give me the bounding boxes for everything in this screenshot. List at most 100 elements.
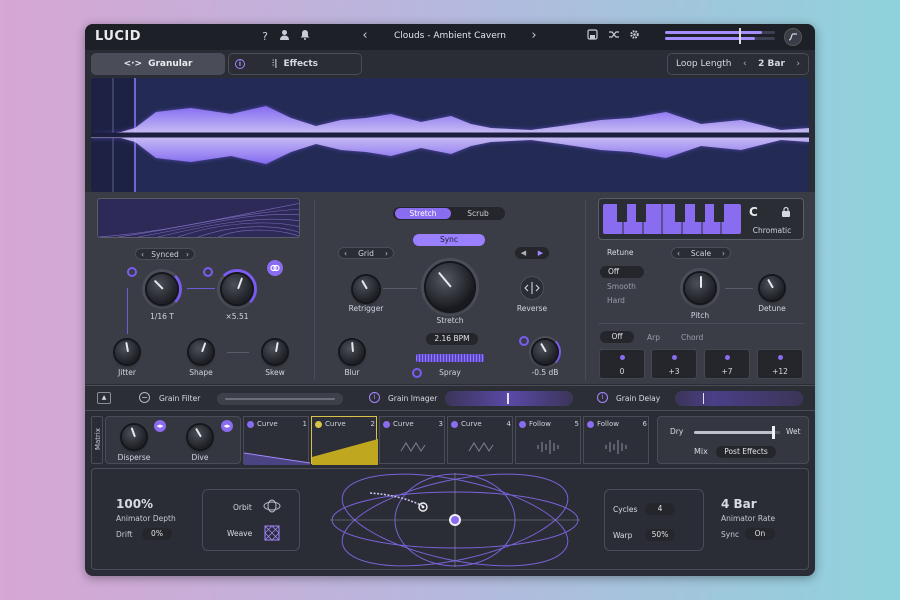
grain-imager-info-icon[interactable]: i [369, 392, 380, 403]
loop-length-control[interactable]: Loop Length ‹ 2 Bar › [667, 53, 809, 75]
dive-knob[interactable] [188, 425, 212, 449]
retune-hard[interactable]: Hard [607, 296, 625, 305]
direction-left-icon[interactable]: ◀ [521, 249, 526, 257]
curve-icon[interactable] [784, 28, 802, 46]
waveform-display[interactable] [91, 78, 809, 192]
output-level-handle[interactable] [739, 28, 741, 44]
stretch-scrub-toggle[interactable]: Stretch Scrub [393, 207, 505, 220]
loop-next-icon[interactable]: › [796, 59, 800, 69]
detune-label: Detune [758, 304, 786, 313]
weave-icon[interactable] [264, 525, 280, 541]
scale-next-icon[interactable]: › [722, 249, 725, 258]
sync-mode-select[interactable]: ‹ Synced › [135, 248, 195, 260]
animator-sync-value[interactable]: On [745, 528, 775, 540]
grid-prev-icon[interactable]: ‹ [344, 249, 347, 258]
user-icon[interactable] [277, 29, 291, 43]
direction-right-icon[interactable]: ▶ [538, 249, 543, 257]
prev-preset-button[interactable]: ‹ [359, 28, 371, 43]
retrigger-knob[interactable] [353, 276, 379, 302]
interval-slot[interactable]: +12 [757, 349, 803, 379]
spray-slider[interactable] [416, 354, 484, 362]
skew-knob[interactable] [263, 340, 287, 364]
sync-mode-next-icon[interactable]: › [186, 250, 189, 259]
matrix-tab[interactable]: Matrix [91, 416, 103, 464]
grain-delay-info-icon[interactable]: i [597, 392, 608, 403]
detune-knob[interactable] [760, 276, 784, 300]
key-value[interactable]: C [749, 205, 758, 219]
retune-off[interactable]: Off [600, 266, 644, 278]
mod-source-icon[interactable] [127, 267, 137, 277]
mix-slider-handle[interactable] [772, 426, 776, 439]
cycles-value[interactable]: 4 [645, 503, 675, 515]
grain-filter-toggle-icon[interactable]: − [139, 392, 150, 403]
multiplier-knob[interactable] [222, 274, 252, 304]
scale-select[interactable]: ‹ Scale › [671, 247, 731, 259]
effects-info-icon[interactable]: i [235, 59, 245, 69]
stretch-knob[interactable] [426, 263, 474, 311]
animator-depth-value[interactable]: 100% [116, 497, 153, 511]
stretch-tab[interactable]: Stretch [395, 208, 451, 219]
grain-envelope-display[interactable] [97, 198, 300, 238]
pitch-knob[interactable] [685, 273, 715, 303]
warp-value[interactable]: 50% [645, 529, 675, 541]
gear-icon[interactable] [627, 29, 641, 43]
bell-icon[interactable] [298, 29, 312, 43]
modulator-slot-5[interactable]: Follow 5 [515, 416, 581, 464]
waveform-svg [91, 78, 809, 192]
grain-filter-display[interactable] [217, 393, 343, 405]
tab-granular[interactable]: <·> Granular [91, 53, 225, 75]
collapse-icon[interactable]: ▲ [97, 392, 111, 404]
save-icon[interactable] [585, 29, 599, 43]
orbit-icon[interactable] [263, 499, 281, 513]
scrub-tab[interactable]: Scrub [453, 208, 503, 219]
retune-smooth[interactable]: Smooth [607, 282, 636, 291]
animator-rate-value[interactable]: 4 Bar [721, 497, 757, 511]
modulator-slot-2[interactable]: Curve 2 [311, 416, 378, 465]
grain-delay-display[interactable] [675, 391, 803, 406]
disperse-link-icon[interactable]: ◂▸ [154, 420, 166, 432]
reverse-icon[interactable] [520, 276, 544, 300]
lock-icon[interactable] [781, 206, 791, 219]
scale-prev-icon[interactable]: ‹ [677, 249, 680, 258]
mode-chord[interactable]: Chord [681, 333, 703, 342]
sync-button[interactable]: Sync [413, 234, 485, 246]
loop-prev-icon[interactable]: ‹ [743, 59, 747, 69]
sync-mode-prev-icon[interactable]: ‹ [141, 250, 144, 259]
jitter-knob[interactable] [115, 340, 139, 364]
modulator-slot-4[interactable]: Curve 4 [447, 416, 513, 464]
next-preset-button[interactable]: › [528, 28, 540, 43]
grid-next-icon[interactable]: › [385, 249, 388, 258]
link-icon[interactable] [267, 260, 283, 276]
piano-keyboard[interactable] [603, 204, 741, 234]
interval-slot[interactable]: +7 [704, 349, 750, 379]
grid-select[interactable]: ‹ Grid › [338, 247, 394, 259]
gain-knob[interactable] [533, 340, 557, 364]
rate-knob[interactable] [147, 274, 177, 304]
shape-knob[interactable] [189, 340, 213, 364]
dive-link-icon[interactable]: ◂▸ [221, 420, 233, 432]
drift-value[interactable]: 0% [142, 528, 172, 540]
tab-effects[interactable]: i ⫶| Effects [228, 53, 362, 75]
grain-imager-display[interactable] [445, 391, 573, 406]
interval-slot[interactable]: 0 [599, 349, 645, 379]
blur-knob[interactable] [340, 340, 364, 364]
mod-source-icon[interactable] [519, 336, 529, 346]
modulator-slot-6[interactable]: Follow 6 [583, 416, 649, 464]
bpm-value[interactable]: 2.16 BPM [426, 333, 478, 345]
post-effects-button[interactable]: Post Effects [716, 446, 776, 458]
animator-path-display[interactable] [330, 473, 580, 567]
modulator-slot-1[interactable]: Curve 1 [243, 416, 310, 465]
disperse-label: Disperse [117, 453, 151, 462]
direction-toggle[interactable]: ◀ ▶ [515, 247, 549, 259]
mod-source-icon[interactable] [412, 368, 422, 378]
mode-arp[interactable]: Arp [647, 333, 660, 342]
shuffle-icon[interactable] [607, 29, 621, 43]
modulator-slot-3[interactable]: Curve 3 [379, 416, 445, 464]
help-icon[interactable]: ? [259, 30, 271, 43]
mod-source-icon[interactable] [203, 267, 213, 277]
interval-slot[interactable]: +3 [651, 349, 697, 379]
disperse-knob[interactable] [122, 425, 146, 449]
mode-off[interactable]: Off [600, 331, 634, 343]
mix-slider[interactable] [694, 431, 780, 434]
preset-name[interactable]: Clouds - Ambient Cavern [385, 31, 515, 41]
